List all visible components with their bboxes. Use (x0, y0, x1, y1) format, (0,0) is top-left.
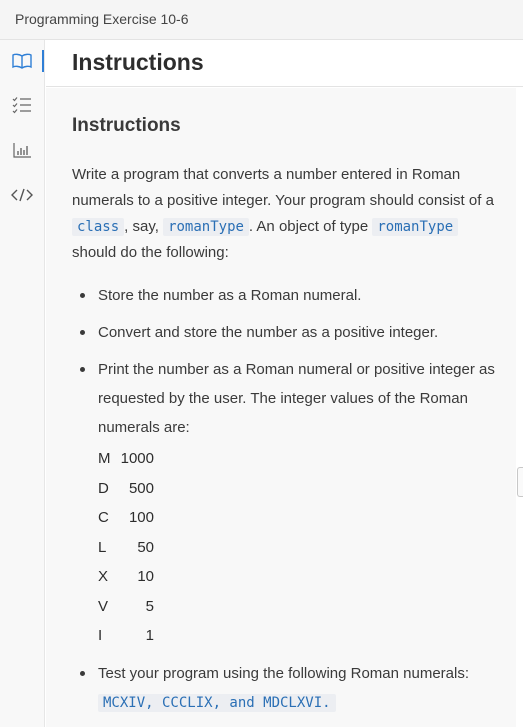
numeral-row: L 50 (98, 533, 502, 563)
numeral-symbol: I (98, 627, 103, 644)
intro-text: should do the following: (72, 244, 229, 261)
numeral-row: X 10 (98, 562, 502, 592)
numeral-symbol: V (98, 597, 109, 615)
instructions-content: Instructions Write a program that conver… (46, 88, 516, 727)
section-title: Instructions (72, 115, 181, 136)
window-title: Programming Exercise 10-6 (15, 11, 189, 27)
numeral-value: 1 (145, 627, 154, 644)
chart-icon[interactable] (11, 139, 33, 161)
list-item-text: Store the number as a Roman numeral. (98, 287, 362, 304)
numeral-row: D 500 (98, 474, 502, 504)
title-bar: Programming Exercise 10-6 (0, 0, 523, 40)
bullet (80, 293, 85, 298)
numeral-symbol: C (98, 509, 109, 526)
intro-paragraph: Write a program that converts a number e… (72, 162, 502, 266)
panel-header: Instructions (46, 40, 523, 87)
numeral-value: 1000 (120, 450, 154, 467)
panel-resize-handle[interactable] (517, 467, 523, 497)
numeral-symbol: M (98, 450, 111, 467)
code-icon[interactable] (11, 184, 33, 206)
list-item-text: Convert and store the number as a positi… (98, 324, 439, 341)
roman-numeral-table: M 1000 D 500 C 100 L 50 X 10 V5 I1 (98, 444, 502, 651)
list-item: Store the number as a Roman numeral. (72, 281, 502, 310)
numeral-row: I1 (98, 621, 502, 651)
numeral-value: 100 (128, 509, 154, 526)
numeral-value: 5 (145, 597, 154, 615)
book-icon[interactable] (11, 50, 33, 72)
inline-code: MCXIV, CCCLIX, and MDCLXVI. (98, 693, 336, 712)
numeral-value: 10 (137, 568, 154, 585)
sidebar (0, 40, 45, 727)
bullet (80, 330, 85, 335)
intro-text: . An object of type (248, 218, 373, 235)
panel-title: Instructions (72, 49, 204, 75)
numeral-value: 50 (137, 538, 154, 556)
inline-code: class (72, 218, 125, 236)
active-indicator (42, 50, 44, 72)
list-item: Convert and store the number as a positi… (72, 318, 502, 347)
intro-text: , say, (124, 218, 164, 235)
bullet (80, 670, 85, 676)
numeral-symbol: D (98, 479, 109, 497)
numeral-row: V5 (98, 592, 502, 622)
numeral-row: C 100 (98, 503, 502, 533)
requirement-list: Store the number as a Roman numeral. Con… (72, 281, 502, 718)
numeral-value: 500 (128, 479, 154, 497)
intro-text: Write a program that converts a number e… (72, 166, 494, 209)
list-item: Test your program using the following Ro… (72, 659, 502, 718)
list-item-text: Print the number as a Roman numeral or p… (98, 361, 495, 436)
inline-code: romanType (163, 218, 249, 236)
inline-code: romanType (372, 218, 459, 236)
numeral-row: M 1000 (98, 444, 502, 474)
bullet (80, 367, 85, 372)
numeral-symbol: L (98, 538, 107, 556)
numeral-symbol: X (98, 568, 109, 585)
checklist-icon[interactable] (11, 94, 33, 116)
list-item: Print the number as a Roman numeral or p… (72, 355, 502, 651)
list-item-text: Test your program using the following Ro… (98, 664, 470, 682)
